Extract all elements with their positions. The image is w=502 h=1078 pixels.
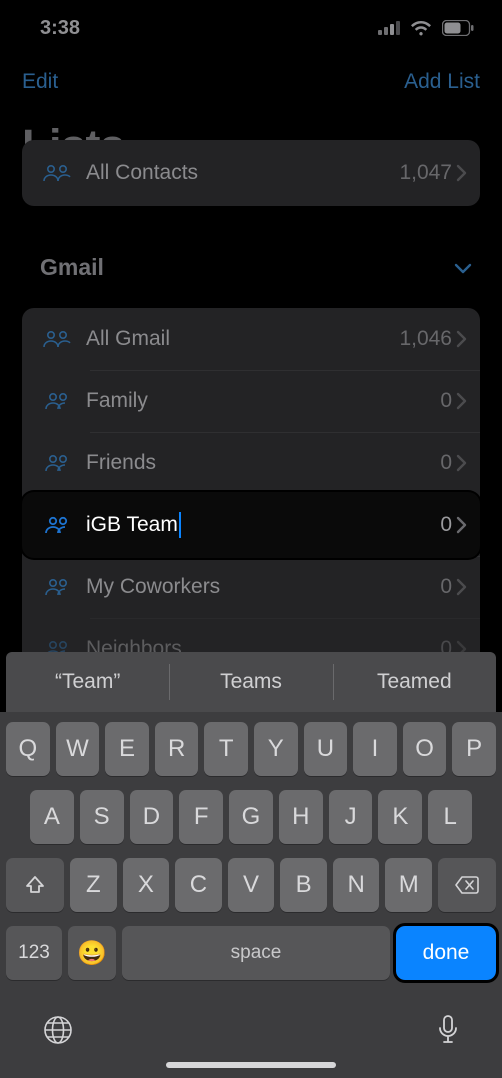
people-icon <box>36 391 80 411</box>
key-p[interactable]: P <box>452 722 496 776</box>
key-s[interactable]: S <box>80 790 124 844</box>
key-a[interactable]: A <box>30 790 74 844</box>
key-h[interactable]: H <box>279 790 323 844</box>
home-indicator[interactable] <box>166 1062 336 1068</box>
people-icon <box>36 453 80 473</box>
cellular-icon <box>378 21 400 35</box>
prediction-1[interactable]: “Team” <box>6 652 169 712</box>
list-row-coworkers[interactable]: My Coworkers 0 <box>22 556 480 618</box>
key-x[interactable]: X <box>123 858 170 912</box>
all-contacts-count: 1,047 <box>399 161 452 185</box>
key-done[interactable]: done <box>396 926 496 980</box>
status-icons <box>378 20 474 36</box>
key-v[interactable]: V <box>228 858 275 912</box>
keyboard: Q W E R T Y U I O P A S D F G H J K L Z <box>0 712 502 1078</box>
backspace-icon <box>454 875 480 895</box>
key-g[interactable]: G <box>229 790 273 844</box>
row-label: My Coworkers <box>86 575 440 599</box>
list-row-all-gmail[interactable]: All Gmail 1,046 <box>22 308 480 370</box>
list-row-family[interactable]: Family 0 <box>22 370 480 432</box>
key-y[interactable]: Y <box>254 722 298 776</box>
row-count: 0 <box>440 451 452 475</box>
globe-icon[interactable] <box>42 1014 74 1046</box>
all-contacts-label: All Contacts <box>86 161 399 185</box>
people-icon <box>36 163 80 183</box>
chevron-right-icon <box>456 164 468 182</box>
key-numbers[interactable]: 123 <box>6 926 62 980</box>
mic-icon[interactable] <box>436 1014 460 1046</box>
prediction-3[interactable]: Teamed <box>333 652 496 712</box>
key-w[interactable]: W <box>56 722 100 776</box>
row-count: 0 <box>440 513 452 537</box>
row-count: 0 <box>440 389 452 413</box>
section-title: Gmail <box>40 254 104 281</box>
predictive-bar: “Team” Teams Teamed <box>6 652 496 712</box>
row-count: 1,046 <box>399 327 452 351</box>
text-caret <box>179 512 181 538</box>
list-name-input[interactable]: iGB Team <box>86 512 440 538</box>
key-t[interactable]: T <box>204 722 248 776</box>
key-u[interactable]: U <box>304 722 348 776</box>
shift-icon <box>24 874 46 896</box>
key-backspace[interactable] <box>438 858 496 912</box>
row-count: 0 <box>440 575 452 599</box>
status-time: 3:38 <box>40 17 80 40</box>
key-f[interactable]: F <box>179 790 223 844</box>
key-c[interactable]: C <box>175 858 222 912</box>
key-o[interactable]: O <box>403 722 447 776</box>
nav-bar: Edit Add List <box>0 70 502 94</box>
chevron-down-icon <box>454 262 472 274</box>
key-z[interactable]: Z <box>70 858 117 912</box>
key-j[interactable]: J <box>329 790 373 844</box>
key-k[interactable]: K <box>378 790 422 844</box>
row-label: Family <box>86 389 440 413</box>
chevron-right-icon <box>456 330 468 348</box>
chevron-right-icon <box>456 578 468 596</box>
key-e[interactable]: E <box>105 722 149 776</box>
chevron-right-icon <box>456 392 468 410</box>
chevron-right-icon <box>456 516 468 534</box>
status-bar: 3:38 <box>0 0 502 56</box>
people-icon <box>36 577 80 597</box>
key-b[interactable]: B <box>280 858 327 912</box>
key-n[interactable]: N <box>333 858 380 912</box>
key-l[interactable]: L <box>428 790 472 844</box>
edit-button[interactable]: Edit <box>22 70 58 94</box>
wifi-icon <box>410 20 432 36</box>
row-label: Friends <box>86 451 440 475</box>
people-icon <box>36 515 80 535</box>
all-contacts-row[interactable]: All Contacts 1,047 <box>22 140 480 206</box>
chevron-right-icon <box>456 454 468 472</box>
people-icon <box>36 329 80 349</box>
list-row-editing[interactable]: iGB Team 0 <box>22 492 480 558</box>
prediction-2[interactable]: Teams <box>169 652 332 712</box>
key-m[interactable]: M <box>385 858 432 912</box>
list-row-friends[interactable]: Friends 0 <box>22 432 480 494</box>
key-emoji[interactable]: 😀 <box>68 926 116 980</box>
key-q[interactable]: Q <box>6 722 50 776</box>
row-label: All Gmail <box>86 327 399 351</box>
key-shift[interactable] <box>6 858 64 912</box>
battery-icon <box>442 20 474 36</box>
key-r[interactable]: R <box>155 722 199 776</box>
section-header-gmail[interactable]: Gmail <box>40 254 472 281</box>
add-list-button[interactable]: Add List <box>404 70 480 94</box>
key-i[interactable]: I <box>353 722 397 776</box>
key-d[interactable]: D <box>130 790 174 844</box>
key-space[interactable]: space <box>122 926 390 980</box>
